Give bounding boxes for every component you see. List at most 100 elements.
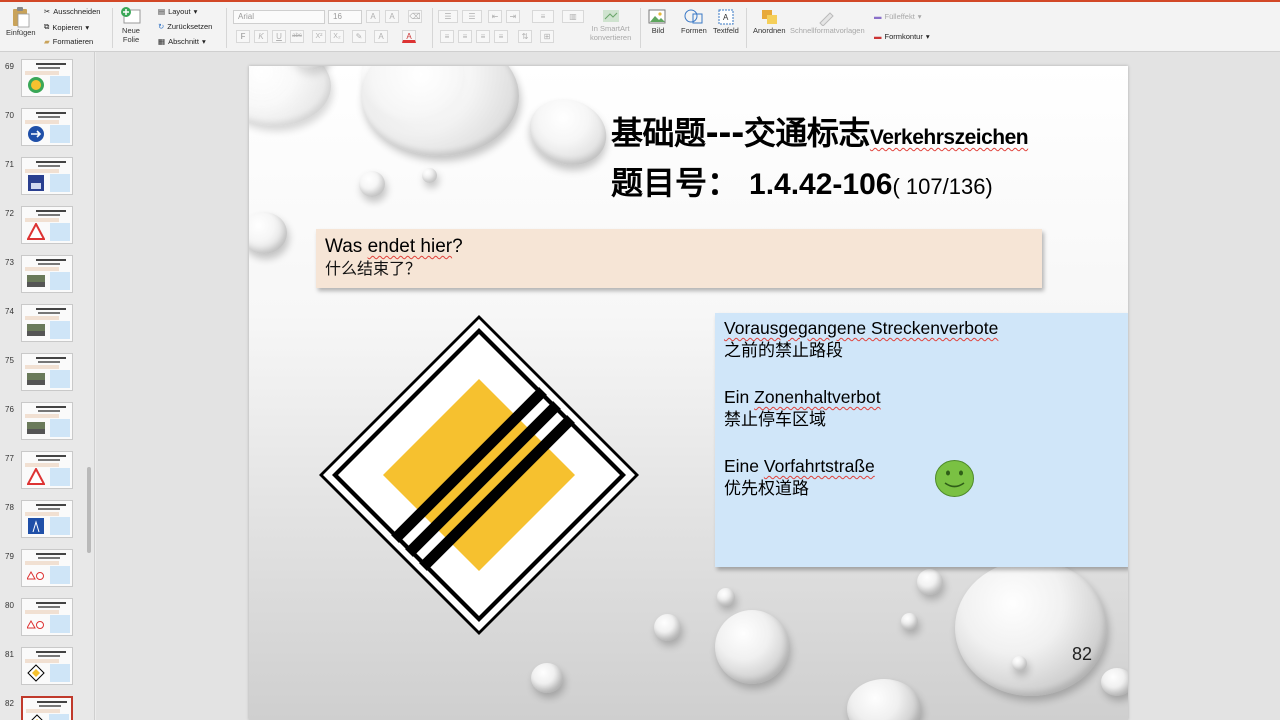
separator xyxy=(226,8,227,48)
reset-button[interactable]: ↻ Zurücksetzen xyxy=(158,22,212,31)
highlight-button[interactable]: ✎ xyxy=(352,30,366,43)
thumbnail-picture xyxy=(27,125,45,143)
bold-button[interactable]: F xyxy=(236,30,250,43)
slide-thumbnail[interactable]: 81 xyxy=(0,640,94,689)
section-label: Abschnitt xyxy=(168,37,199,46)
answer-3-german-marked: Vorfahrtstraße xyxy=(763,456,875,476)
slide-thumbnail[interactable]: 80 xyxy=(0,591,94,640)
thumbnail-number: 79 xyxy=(5,552,14,561)
question-german-part-3: ? xyxy=(452,236,463,257)
answer-1-german-marked: Vorausgegangene Streckenverbote xyxy=(724,318,999,338)
underline-button[interactable]: U xyxy=(272,30,286,43)
clear-format-button[interactable]: ⌫ xyxy=(408,10,422,23)
strikethrough-button[interactable]: abc xyxy=(290,30,304,43)
water-drop-decoration xyxy=(654,614,681,641)
font-color-button[interactable]: A xyxy=(402,30,416,43)
slide-thumbnail[interactable]: 77 xyxy=(0,444,94,493)
new-slide-icon xyxy=(121,7,141,24)
brush-icon: ▰ xyxy=(44,37,50,46)
slide-thumbnail[interactable]: 78 xyxy=(0,493,94,542)
quick-styles-label: Schnellformatvorlagen xyxy=(790,26,865,35)
font-name-select[interactable]: Arial xyxy=(233,10,325,24)
align-left-button[interactable]: ≡ xyxy=(440,30,454,43)
slide-thumbnail[interactable]: 71 xyxy=(0,150,94,199)
slide-thumbnail[interactable]: 75 xyxy=(0,346,94,395)
subscript-button[interactable]: X₂ xyxy=(330,30,344,43)
slide[interactable]: 基础题---交通标志Verkehrszeichen 题目号： 1.4.42-106… xyxy=(249,66,1128,720)
slide-thumbnail[interactable]: 76 xyxy=(0,395,94,444)
question-box[interactable]: Was endet hier? 什么结束了？ xyxy=(316,229,1042,288)
arrange-button[interactable]: Anordnen xyxy=(753,8,786,35)
copy-label: Kopieren xyxy=(52,22,83,32)
slide-title[interactable]: 基础题---交通标志Verkehrszeichen xyxy=(611,108,1029,154)
answer-2-chinese: 禁止停车区域 xyxy=(724,410,826,430)
slide-editor-canvas: 基础题---交通标志Verkehrszeichen 题目号： 1.4.42-106… xyxy=(96,52,1280,720)
thumbnail-scrollbar[interactable] xyxy=(87,467,91,553)
textbox-button[interactable]: A Textfeld xyxy=(713,8,739,35)
chevron-down-icon: ▾ xyxy=(201,37,206,46)
bullets-button[interactable]: ☰ xyxy=(438,10,458,23)
thumbnail-picture xyxy=(26,466,46,486)
smiley-icon[interactable] xyxy=(934,459,975,498)
line-spacing-button[interactable]: ≡ xyxy=(532,10,554,23)
title-german: Verkehrszeichen xyxy=(869,126,1029,149)
thumbnail-picture xyxy=(26,615,45,633)
answer-3-german-prefix: Eine xyxy=(724,456,764,476)
picture-button[interactable]: Bild xyxy=(648,8,668,35)
decrease-indent-button[interactable]: ⇤ xyxy=(488,10,502,23)
align-center-button[interactable]: ≡ xyxy=(458,30,472,43)
text-effect-button[interactable]: A xyxy=(374,30,388,43)
align-text-button[interactable]: ⊞ xyxy=(540,30,554,43)
title-chinese: 基础题---交通标志 xyxy=(611,114,870,152)
copy-icon: ⧉ xyxy=(44,22,50,31)
slide-thumbnail[interactable]: 73 xyxy=(0,248,94,297)
slide-thumbnail[interactable]: 79 xyxy=(0,542,94,591)
slide-thumbnail[interactable]: 70 xyxy=(0,101,94,150)
paste-button[interactable]: Einfügen xyxy=(6,6,36,37)
thumbnail-number: 77 xyxy=(5,454,14,463)
clipboard-icon xyxy=(12,7,30,28)
layout-button[interactable]: ▤ Layout ▾ xyxy=(158,7,197,16)
section-button[interactable]: ▦ Abschnitt ▾ xyxy=(158,37,206,46)
italic-button[interactable]: K xyxy=(254,30,268,43)
answer-box[interactable]: Vorausgegangene Streckenverbote 之前的禁止路段 … xyxy=(715,313,1128,567)
answer-1-german: Vorausgegangene Streckenverbote xyxy=(724,317,1119,339)
superscript-button[interactable]: X² xyxy=(312,30,326,43)
water-drop-decoration xyxy=(531,663,563,693)
thumbnail-picture xyxy=(27,664,45,682)
shape-outline-button[interactable]: ▬ Formkontur ▾ xyxy=(874,32,930,41)
font-size-select[interactable]: 16 xyxy=(328,10,362,24)
thumbnail-preview xyxy=(21,500,73,538)
fill-effect-button[interactable]: ▬ Fülleffekt ▾ xyxy=(874,12,922,21)
convert-smartart-button[interactable]: In SmartArt konvertieren xyxy=(590,8,631,42)
format-painter-button[interactable]: ▰ Formatieren xyxy=(44,37,93,46)
quick-styles-icon xyxy=(819,12,835,26)
align-right-button[interactable]: ≡ xyxy=(476,30,490,43)
section-icon: ▦ xyxy=(158,37,166,46)
slide-thumbnail[interactable]: 82 xyxy=(0,689,94,720)
columns-button[interactable]: ▥ xyxy=(562,10,584,23)
numbering-button[interactable]: ☰ xyxy=(462,10,482,23)
slide-thumbnail[interactable]: 72 xyxy=(0,199,94,248)
cut-button[interactable]: ✂ Ausschneiden xyxy=(44,7,100,16)
new-slide-button[interactable]: Neue Folie xyxy=(120,6,142,44)
shrink-font-button[interactable]: A xyxy=(385,10,399,23)
justify-button[interactable]: ≡ xyxy=(494,30,508,43)
slide-thumbnail[interactable]: 74 xyxy=(0,297,94,346)
thumbnail-picture xyxy=(27,419,45,437)
slide-thumbnail[interactable]: 69 xyxy=(0,52,94,101)
slide-subtitle[interactable]: 题目号： 1.4.42-106( 107/136) xyxy=(611,158,993,204)
paste-label: Einfügen xyxy=(6,28,36,37)
water-drop-decoration xyxy=(717,588,735,606)
copy-button[interactable]: ⧉ Kopieren ▾ xyxy=(44,22,89,32)
slide-thumbnail-pane[interactable]: 69 70 71 72 73 74 75 76 77 78 79 80 81 82 xyxy=(0,52,95,720)
thumbnail-preview xyxy=(21,206,73,244)
shapes-button[interactable]: Formen xyxy=(681,8,707,35)
answer-2-german-marked: Zonenhaltverbot xyxy=(754,387,881,407)
quick-styles-button[interactable]: Schnellformatvorlagen xyxy=(790,8,865,35)
text-direction-button[interactable]: ⇅ xyxy=(518,30,532,43)
answer-3-chinese: 优先权道路 xyxy=(724,479,809,499)
grow-font-button[interactable]: A xyxy=(366,10,380,23)
end-of-priority-road-sign[interactable] xyxy=(317,313,641,637)
increase-indent-button[interactable]: ⇥ xyxy=(506,10,520,23)
